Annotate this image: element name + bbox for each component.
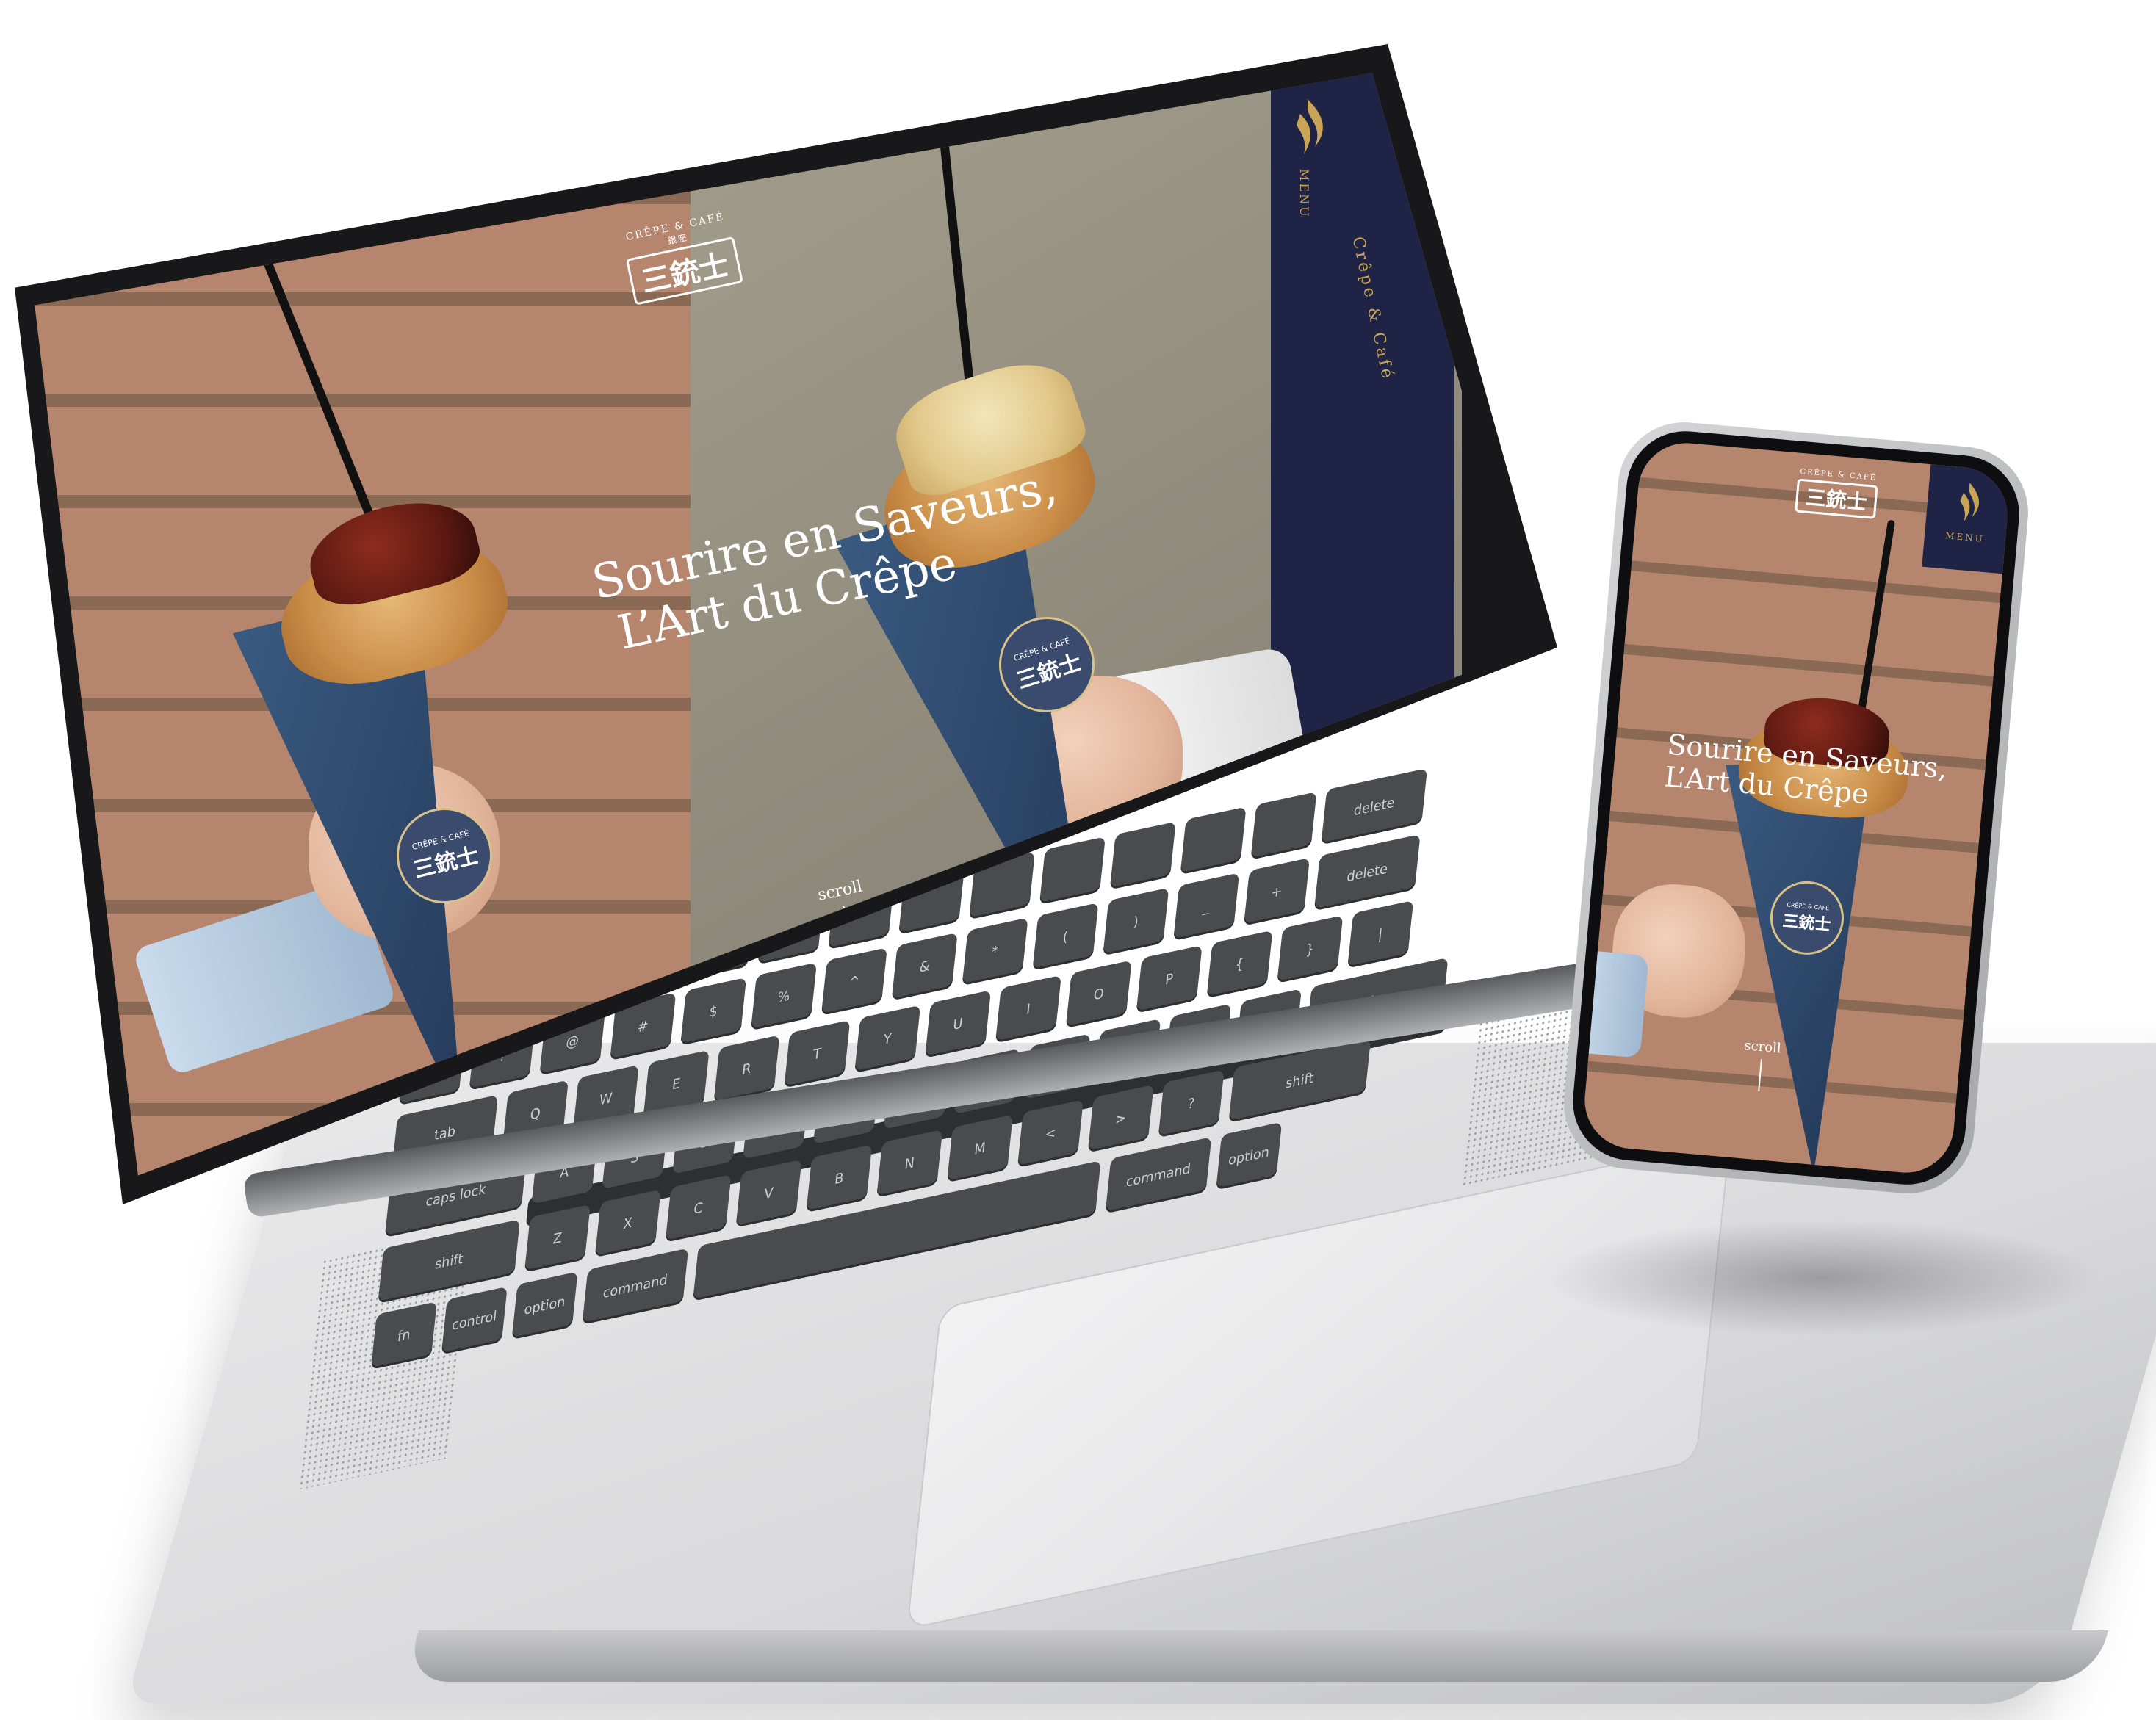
key-0[interactable]: ): [1103, 887, 1169, 956]
key-f11[interactable]: [1180, 806, 1247, 875]
key-y[interactable]: Y: [854, 1005, 921, 1074]
key-option-left[interactable]: option: [511, 1271, 578, 1340]
key-u[interactable]: U: [924, 990, 992, 1058]
key-7[interactable]: &: [891, 932, 958, 1001]
key-4[interactable]: $: [680, 977, 747, 1046]
laptop-base-edge: [403, 1630, 2109, 1682]
menu-label: MENU: [1297, 169, 1311, 219]
key-command-right[interactable]: command: [1105, 1137, 1212, 1214]
key-f10[interactable]: [1109, 821, 1176, 890]
key-equals[interactable]: +: [1243, 857, 1310, 926]
phone-site-logo[interactable]: CRÊPE & CAFÉ 三銃士: [1782, 466, 1890, 541]
key-x[interactable]: X: [594, 1189, 661, 1258]
key-minus[interactable]: _: [1173, 872, 1240, 942]
key-f12[interactable]: [1250, 792, 1317, 860]
phone-flame-logo-icon: [1960, 483, 1979, 522]
phone-screen: MENU CRÊPE & CAFÉ 三銃士 CRÊPE & CAFÉ 三銃士 S…: [1580, 438, 2012, 1177]
key-open-brace[interactable]: {: [1206, 930, 1273, 999]
key-v[interactable]: V: [735, 1159, 802, 1228]
key-p[interactable]: P: [1136, 944, 1203, 1013]
phone-menu-label: MENU: [1944, 530, 1986, 544]
key-delete-top[interactable]: delete: [1321, 768, 1428, 845]
key-5[interactable]: %: [750, 962, 818, 1031]
key-delete[interactable]: delete: [1313, 834, 1421, 911]
phone-shadow: [1543, 1219, 2101, 1337]
phone-cone-badge-main: 三銃士: [1781, 911, 1832, 935]
phone-scroll-label: scroll: [1743, 1038, 1782, 1057]
key-greater-than[interactable]: >: [1087, 1084, 1154, 1153]
phone-hero-heading: Sourire en Saveurs, L’Art du Crêpe: [1663, 728, 1949, 817]
key-f9[interactable]: [1039, 836, 1106, 905]
key-b[interactable]: B: [806, 1144, 873, 1213]
phone-logo-badge: 三銃士: [1795, 478, 1878, 519]
key-question[interactable]: ?: [1158, 1069, 1225, 1138]
key-close-brace[interactable]: }: [1277, 915, 1344, 984]
key-z[interactable]: Z: [524, 1204, 591, 1273]
phone-scroll-arrow-icon: [1758, 1059, 1763, 1092]
key-m[interactable]: M: [946, 1114, 1014, 1183]
key-control[interactable]: control: [441, 1286, 508, 1355]
key-less-than[interactable]: <: [1017, 1099, 1084, 1168]
phone-scroll-indicator[interactable]: scroll: [1740, 1038, 1782, 1093]
key-6[interactable]: ^: [821, 947, 887, 1016]
menu-button[interactable]: MENU: [1282, 95, 1348, 220]
key-fn[interactable]: fn: [370, 1301, 437, 1370]
key-i[interactable]: I: [995, 975, 1061, 1044]
key-command-left[interactable]: command: [582, 1248, 689, 1325]
key-option-right[interactable]: option: [1216, 1121, 1283, 1190]
phone-crepe-cone: [1726, 762, 1880, 1176]
phone-menu-button[interactable]: MENU: [1922, 464, 2012, 574]
key-pipe[interactable]: |: [1347, 900, 1414, 969]
key-o[interactable]: O: [1065, 960, 1132, 1029]
key-8[interactable]: *: [962, 917, 1028, 986]
key-9[interactable]: (: [1032, 903, 1099, 971]
key-c[interactable]: C: [665, 1174, 732, 1243]
flame-logo-icon: [1297, 99, 1323, 154]
key-n[interactable]: N: [876, 1129, 943, 1198]
key-t[interactable]: T: [784, 1019, 851, 1088]
